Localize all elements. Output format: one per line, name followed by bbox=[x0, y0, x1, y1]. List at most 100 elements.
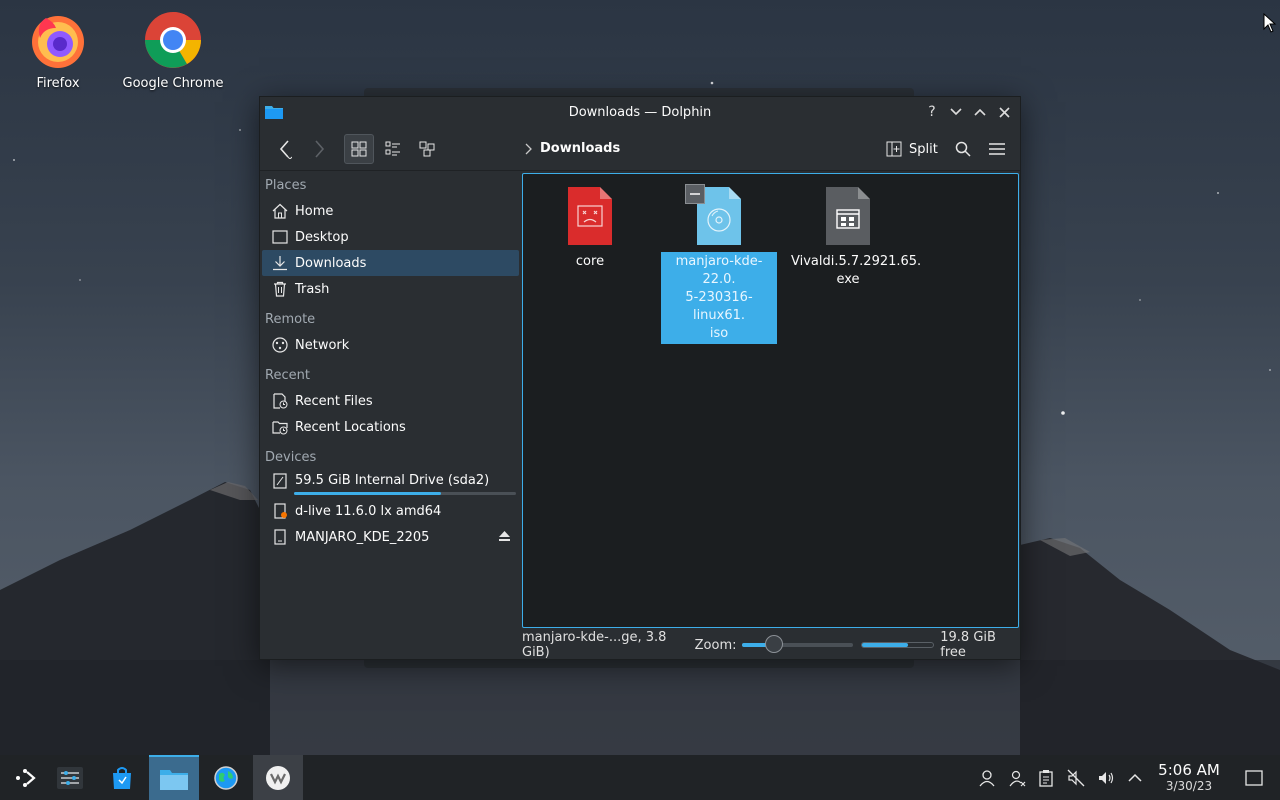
sidebar-item-label: Home bbox=[295, 203, 334, 219]
sidebar-item-desktop[interactable]: Desktop bbox=[262, 224, 519, 250]
file-name: Vivaldi.5.7.2921.65. exe bbox=[789, 252, 922, 290]
folder-icon bbox=[160, 769, 188, 790]
broken-file-icon bbox=[566, 186, 614, 246]
globe-icon bbox=[214, 765, 238, 790]
details-view-button[interactable] bbox=[412, 134, 442, 164]
shopping-bag-icon bbox=[113, 766, 131, 789]
show-desktop-icon bbox=[1245, 770, 1263, 786]
recent-locations-icon bbox=[272, 419, 288, 435]
free-space-fill bbox=[862, 643, 909, 647]
status-bar: manjaro-kde-...ge, 3.8 GiB) Zoom: 19.8 G… bbox=[522, 630, 1022, 660]
chevron-right-icon bbox=[525, 143, 532, 154]
sidebar-item-network[interactable]: Network bbox=[262, 332, 519, 358]
drive-capacity-fill bbox=[294, 492, 441, 495]
file-name-line: manjaro-kde-22.0. bbox=[675, 254, 763, 287]
sidebar-item-label: Downloads bbox=[295, 255, 367, 271]
taskbar-system-settings[interactable] bbox=[45, 755, 95, 800]
microphone-muted-icon[interactable] bbox=[1065, 767, 1087, 789]
volume-icon[interactable] bbox=[1095, 767, 1117, 789]
drive-capacity-bar bbox=[294, 492, 516, 495]
zoom-slider[interactable] bbox=[742, 635, 854, 653]
titlebar[interactable]: Downloads — Dolphin ? bbox=[260, 97, 1020, 127]
taskbar-vivaldi-installer[interactable] bbox=[253, 755, 303, 800]
sidebar-item-internal-drive[interactable]: 59.5 GiB Internal Drive (sda2) bbox=[262, 470, 519, 498]
sliders-icon bbox=[57, 766, 83, 789]
icons-view-button[interactable] bbox=[344, 134, 374, 164]
close-button[interactable] bbox=[994, 101, 1014, 123]
breadcrumb[interactable]: Downloads bbox=[524, 141, 620, 156]
forward-button[interactable] bbox=[304, 134, 334, 164]
sidebar-item-recent-locations[interactable]: Recent Locations bbox=[262, 414, 519, 440]
user-switch-icon[interactable] bbox=[1006, 767, 1028, 789]
minimize-button[interactable] bbox=[946, 101, 966, 123]
compact-view-button[interactable] bbox=[378, 134, 408, 164]
sidebar-item-label: MANJARO_KDE_2205 bbox=[295, 529, 430, 545]
desktop-icon-firefox[interactable]: Firefox bbox=[3, 8, 113, 91]
firefox-icon bbox=[26, 8, 90, 72]
taskbar: 5:06 AM 3/30/23 bbox=[0, 755, 1280, 800]
eject-icon[interactable] bbox=[498, 530, 511, 546]
desktop-icon-label: Firefox bbox=[36, 76, 80, 91]
digital-clock[interactable]: 5:06 AM 3/30/23 bbox=[1152, 761, 1226, 793]
removable-drive-icon bbox=[272, 503, 288, 519]
clipboard-icon[interactable] bbox=[1035, 767, 1057, 789]
recent-files-icon bbox=[272, 393, 288, 409]
selection-info: manjaro-kde-...ge, 3.8 GiB) bbox=[522, 630, 667, 660]
folder-app-icon bbox=[265, 104, 283, 119]
clock-date: 3/30/23 bbox=[1165, 779, 1213, 793]
disc-image-icon bbox=[685, 184, 743, 246]
taskbar-dolphin[interactable] bbox=[149, 755, 199, 800]
split-view-icon bbox=[886, 141, 902, 157]
file-item-selected[interactable]: manjaro-kde-22.0. 5-230316-linux61. iso bbox=[661, 184, 777, 344]
vm-icon bbox=[266, 765, 290, 790]
toolbar: Downloads Split bbox=[260, 127, 1020, 171]
chevron-up-icon[interactable] bbox=[1124, 767, 1146, 789]
arrow-left-icon bbox=[279, 140, 292, 159]
sidebar-item-d-live[interactable]: d-live 11.6.0 lx amd64 bbox=[262, 498, 519, 524]
file-name: manjaro-kde-22.0. 5-230316-linux61. iso bbox=[661, 252, 777, 344]
deselect-toggle-icon[interactable] bbox=[685, 184, 705, 204]
section-title-recent: Recent bbox=[265, 368, 310, 383]
help-button[interactable]: ? bbox=[922, 101, 942, 123]
hamburger-menu-button[interactable] bbox=[982, 134, 1012, 164]
dolphin-window[interactable]: Downloads — Dolphin ? Downloads Split Pl… bbox=[259, 96, 1021, 660]
sidebar-item-manjaro-kde[interactable]: MANJARO_KDE_2205 bbox=[262, 524, 519, 550]
sidebar-item-label: 59.5 GiB Internal Drive (sda2) bbox=[295, 473, 490, 488]
sidebar-item-trash[interactable]: Trash bbox=[262, 276, 519, 302]
network-icon bbox=[272, 337, 288, 353]
hamburger-icon bbox=[989, 143, 1005, 155]
section-title-places: Places bbox=[265, 178, 307, 193]
maximize-button[interactable] bbox=[970, 101, 990, 123]
show-desktop-button[interactable] bbox=[1243, 767, 1265, 789]
breadcrumb-item-downloads[interactable]: Downloads bbox=[540, 141, 620, 156]
application-launcher-button[interactable] bbox=[0, 755, 50, 800]
sidebar-item-label: Desktop bbox=[295, 229, 349, 245]
user-icon[interactable] bbox=[976, 767, 998, 789]
compact-view-icon bbox=[385, 141, 400, 156]
desktop-icon-chrome[interactable]: Google Chrome bbox=[118, 8, 228, 91]
file-view[interactable]: core manjaro-kde-22.0. 5-230316-linux61.… bbox=[522, 173, 1019, 628]
mouse-cursor-icon bbox=[1263, 13, 1277, 33]
chevron-down-icon bbox=[950, 108, 962, 116]
file-name-line: iso bbox=[709, 326, 729, 341]
sidebar-item-downloads[interactable]: Downloads bbox=[262, 250, 519, 276]
details-view-icon bbox=[419, 141, 435, 157]
zoom-slider-handle[interactable] bbox=[764, 635, 783, 653]
sidebar-item-label: Recent Files bbox=[295, 393, 373, 409]
split-button[interactable]: Split bbox=[886, 135, 938, 163]
file-item[interactable]: Vivaldi.5.7.2921.65. exe bbox=[789, 186, 922, 290]
launcher-icon bbox=[16, 768, 36, 787]
file-name-line: Vivaldi.5.7.2921.65. bbox=[791, 254, 922, 269]
taskbar-browser[interactable] bbox=[201, 755, 251, 800]
sidebar-item-label: Network bbox=[295, 337, 350, 353]
desktop-icon-label: Google Chrome bbox=[122, 76, 224, 91]
file-item[interactable]: core bbox=[532, 186, 648, 272]
back-button[interactable] bbox=[270, 134, 300, 164]
sidebar-item-home[interactable]: Home bbox=[262, 198, 519, 224]
places-panel: Places Home Desktop Downloads Trash Remo… bbox=[260, 172, 522, 642]
sidebar-item-recent-files[interactable]: Recent Files bbox=[262, 388, 519, 414]
clock-time: 5:06 AM bbox=[1158, 761, 1220, 779]
taskbar-discover[interactable] bbox=[97, 755, 147, 800]
executable-icon bbox=[824, 186, 872, 246]
search-button[interactable] bbox=[948, 134, 978, 164]
